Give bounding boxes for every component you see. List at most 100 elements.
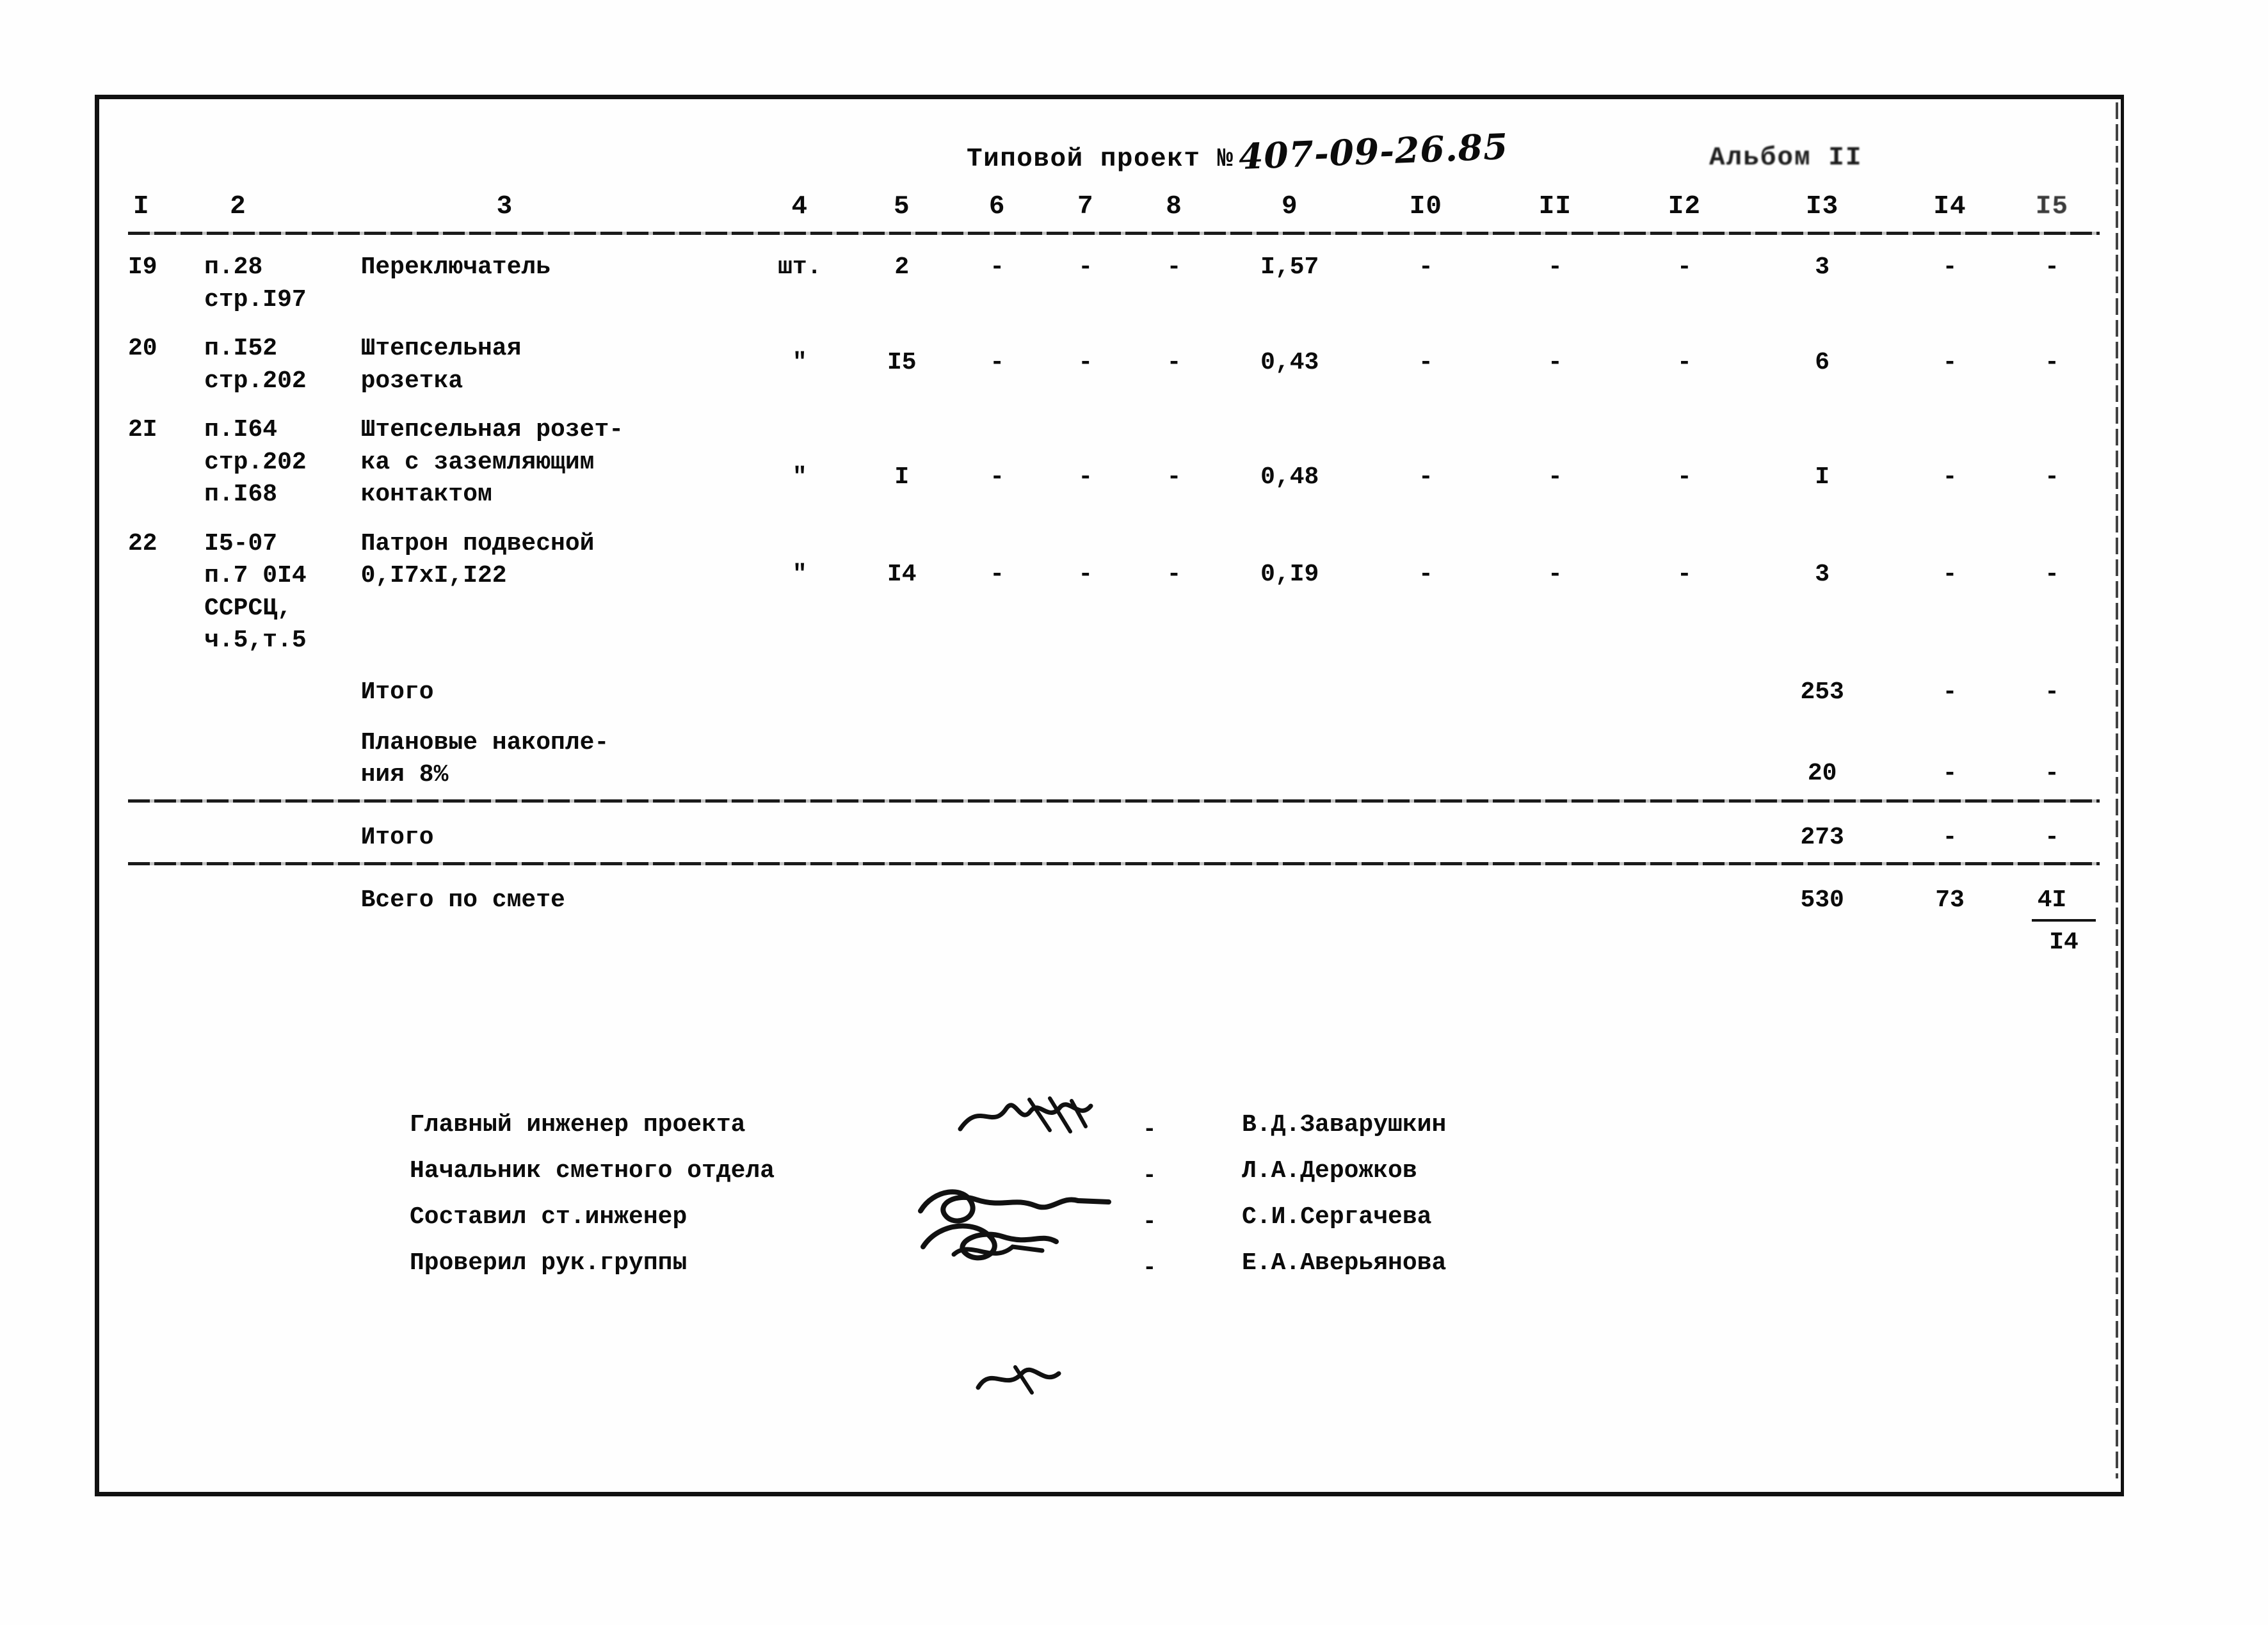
subtotal-rule <box>128 790 2100 803</box>
row-col15: - <box>2045 349 2059 377</box>
row-col15: - <box>2045 463 2059 492</box>
justification-line: стр.202 <box>204 448 307 476</box>
row-unit-price: I,57 <box>1260 253 1319 281</box>
row-col11: - <box>1547 463 1563 492</box>
row-col15: - <box>2045 253 2059 281</box>
item-name-line: Патрон подвесной <box>360 529 595 557</box>
project-number-handwritten: 407-09-26.85 <box>1237 125 1509 178</box>
table-row: 20 п.I52 стр.202 Штепсельная розетка " I… <box>128 316 2100 397</box>
justification-line: п.I52 <box>204 335 278 363</box>
item-name-line: контактом <box>360 481 492 509</box>
signature-block: Главный инженер проекта - В.Д.Заварушкин… <box>128 1096 2100 1395</box>
column-number-15: I5 <box>2035 192 2069 221</box>
summary-total: 273 <box>1800 824 1844 852</box>
signature-row: Проверил рук.группы - Е.А.Аверьянова <box>128 1247 2100 1395</box>
document-content: Типовой проект № 407-09-26.85 Альбом II … <box>128 122 2100 958</box>
row-unit-price: 0,48 <box>1260 463 1319 492</box>
summary-label-line: Итого <box>360 824 434 852</box>
row-col14: - <box>1942 253 1958 281</box>
summary-label-line: ния 8% <box>360 760 449 788</box>
table-row: I9 п.28 стр.I97 Переключатель шт. 2 - - … <box>128 235 2100 316</box>
justification-line: п.7 0I4 <box>204 562 307 590</box>
signature-name: Е.А.Аверьянова <box>1242 1249 1447 1277</box>
row-total: I <box>1815 463 1830 492</box>
signature-name: Л.А.Дерожков <box>1242 1157 1417 1185</box>
row-col14: - <box>1942 463 1958 492</box>
summary-total: 20 <box>1807 760 1837 788</box>
row-quantity: I4 <box>887 560 917 588</box>
row-col8: - <box>1166 560 1182 588</box>
item-name-line: Переключатель <box>360 253 551 281</box>
summary-label-line: Итого <box>360 678 434 706</box>
row-col6: - <box>990 349 1005 377</box>
row-col8: - <box>1166 463 1182 492</box>
row-total: 3 <box>1815 560 1830 588</box>
row-unit-price: 0,43 <box>1260 349 1319 377</box>
summary-col14: - <box>1942 824 1958 852</box>
row-item-name: Штепсельная розетка <box>361 316 749 397</box>
row-unit: " <box>792 349 807 377</box>
row-quantity: I5 <box>887 349 917 377</box>
justification-line: ч.5,т.5 <box>204 627 307 655</box>
grand-total-col15-value: 4I <box>2037 886 2067 915</box>
column-number-5: 5 <box>893 192 910 221</box>
row-col11: - <box>1547 253 1563 281</box>
row-item-name: Переключатель <box>361 235 749 316</box>
summary-label: Итого <box>361 657 749 708</box>
column-number-8: 8 <box>1166 192 1182 221</box>
summary-col14: - <box>1942 760 1958 788</box>
summary-col14: - <box>1942 678 1958 706</box>
column-number-11: II <box>1538 192 1572 221</box>
signature-dash: - <box>1143 1116 1157 1142</box>
row-col15: - <box>2045 560 2059 588</box>
row-unit: " <box>792 463 807 492</box>
grand-total-value: 530 <box>1800 886 1844 915</box>
row-col12: - <box>1677 560 1692 588</box>
signature-title: Проверил рук.группы <box>410 1249 688 1277</box>
grand-total-col15: 4I I4 <box>2004 865 2100 958</box>
row-unit-price: 0,I9 <box>1260 560 1319 588</box>
row-col10: - <box>1418 349 1433 377</box>
summary-row-grand-total: Всего по смете 530 73 4I I4 <box>128 865 2100 958</box>
row-col10: - <box>1418 560 1433 588</box>
signature-row: Составил ст.инженер - С.И.Сергачева <box>128 1201 2100 1247</box>
subtotal-rule-row <box>128 790 2100 803</box>
item-name-line: ка с заземляющим <box>360 448 595 476</box>
justification-line: ССРСЦ, <box>204 594 292 622</box>
column-number-2: 2 <box>230 192 246 221</box>
justification-line: п.I64 <box>204 416 278 444</box>
row-col7: - <box>1078 253 1093 281</box>
document-header: Типовой проект № 407-09-26.85 Альбом II <box>967 122 2100 192</box>
grand-total-rule-row <box>128 853 2100 866</box>
signature-title: Главный инженер проекта <box>410 1111 746 1139</box>
grand-total-col15-extra: I4 <box>2032 918 2096 958</box>
row-col11: - <box>1547 349 1563 377</box>
column-number-12: I2 <box>1668 192 1701 221</box>
row-col12: - <box>1677 463 1692 492</box>
table-row: 2I п.I64 стр.202 п.I68 Штепсельная розет… <box>128 397 2100 511</box>
row-unit: шт. <box>778 253 822 281</box>
signature-row: Начальник сметного отдела - Л.А.Дерожков <box>128 1155 2100 1261</box>
row-col11: - <box>1547 560 1563 588</box>
row-number: 22 <box>128 529 157 557</box>
column-number-9: 9 <box>1281 192 1298 221</box>
row-number: 20 <box>128 335 157 363</box>
summary-col15: - <box>2045 760 2059 788</box>
row-total: 6 <box>1815 349 1830 377</box>
table-row: 22 I5-07 п.7 0I4 ССРСЦ, ч.5,т.5 Патрон п… <box>128 511 2100 657</box>
row-item-name: Штепсельная розет- ка с заземляющим конт… <box>361 397 749 511</box>
row-quantity: 2 <box>894 253 910 281</box>
summary-row-subtotal: Итого 253 - - <box>128 657 2100 708</box>
row-col14: - <box>1942 560 1958 588</box>
project-label: Типовой проект № <box>967 145 1234 174</box>
column-number-10: I0 <box>1409 192 1442 221</box>
row-col8: - <box>1166 253 1182 281</box>
row-total: 3 <box>1815 253 1830 281</box>
column-number-14: I4 <box>1933 192 1966 221</box>
scanned-page: Типовой проект № 407-09-26.85 Альбом II … <box>0 0 2268 1625</box>
column-number-13: I3 <box>1806 192 1839 221</box>
signature-title: Начальник сметного отдела <box>410 1157 775 1185</box>
row-number: 2I <box>128 416 157 444</box>
row-justification: п.28 стр.I97 <box>204 235 361 316</box>
row-quantity: I <box>894 463 910 492</box>
